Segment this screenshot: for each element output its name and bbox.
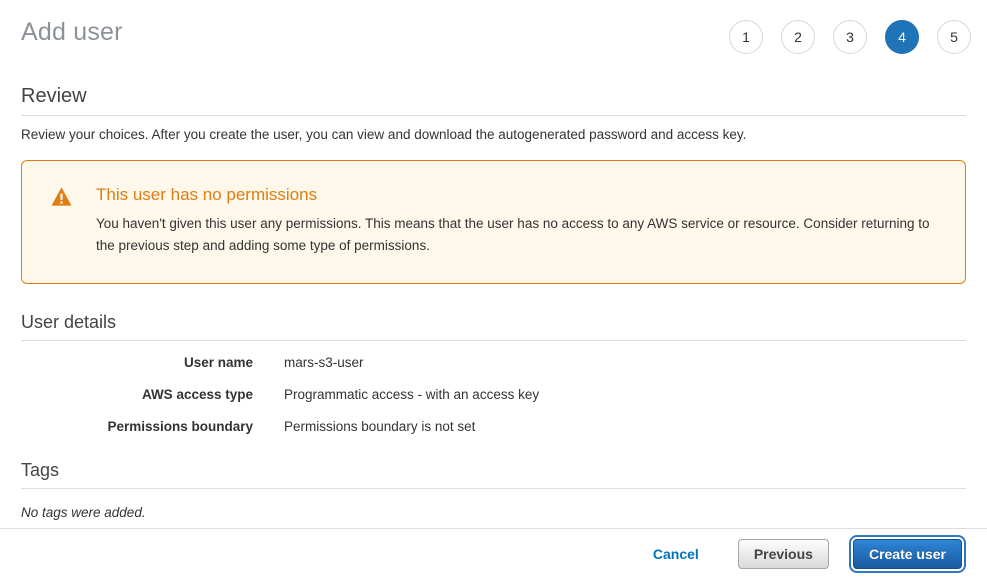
user-details-heading: User details	[21, 312, 966, 333]
warning-text-block: This user has no permissions You haven't…	[96, 185, 945, 259]
user-details-table: User name mars-s3-user AWS access type P…	[21, 355, 966, 434]
detail-row-access-type: AWS access type Programmatic access - wi…	[21, 387, 966, 402]
warning-title: This user has no permissions	[96, 185, 945, 205]
no-permissions-warning: This user has no permissions You haven't…	[21, 160, 966, 284]
add-user-wizard-page: Add user 1 2 3 4 5 Review Review your ch…	[0, 0, 987, 581]
review-heading: Review	[21, 85, 966, 108]
detail-label: User name	[21, 355, 253, 370]
step-1[interactable]: 1	[729, 20, 763, 54]
detail-row-permissions-boundary: Permissions boundary Permissions boundar…	[21, 419, 966, 434]
step-5[interactable]: 5	[937, 20, 971, 54]
step-4[interactable]: 4	[885, 20, 919, 54]
step-indicator: 1 2 3 4 5	[729, 16, 971, 54]
step-2[interactable]: 2	[781, 20, 815, 54]
review-description: Review your choices. After you create th…	[21, 127, 966, 142]
wizard-footer: Cancel Previous Create user	[0, 528, 987, 581]
previous-button[interactable]: Previous	[738, 539, 829, 569]
detail-value: Permissions boundary is not set	[284, 419, 475, 434]
warning-body: You haven't given this user any permissi…	[96, 213, 945, 257]
page-title: Add user	[21, 16, 123, 47]
tags-heading: Tags	[21, 460, 966, 481]
tags-divider	[21, 488, 966, 489]
tags-empty-text: No tags were added.	[21, 505, 966, 520]
cancel-link[interactable]: Cancel	[653, 546, 699, 562]
review-divider	[21, 115, 966, 116]
detail-value: mars-s3-user	[284, 355, 364, 370]
warning-triangle-icon	[51, 185, 72, 259]
detail-label: AWS access type	[21, 387, 253, 402]
step-3[interactable]: 3	[833, 20, 867, 54]
user-details-divider	[21, 340, 966, 341]
detail-label: Permissions boundary	[21, 419, 253, 434]
wizard-content: Review Review your choices. After you cr…	[0, 54, 987, 528]
create-user-button[interactable]: Create user	[853, 539, 962, 569]
wizard-header: Add user 1 2 3 4 5	[0, 0, 987, 54]
detail-value: Programmatic access - with an access key	[284, 387, 539, 402]
detail-row-user-name: User name mars-s3-user	[21, 355, 966, 370]
